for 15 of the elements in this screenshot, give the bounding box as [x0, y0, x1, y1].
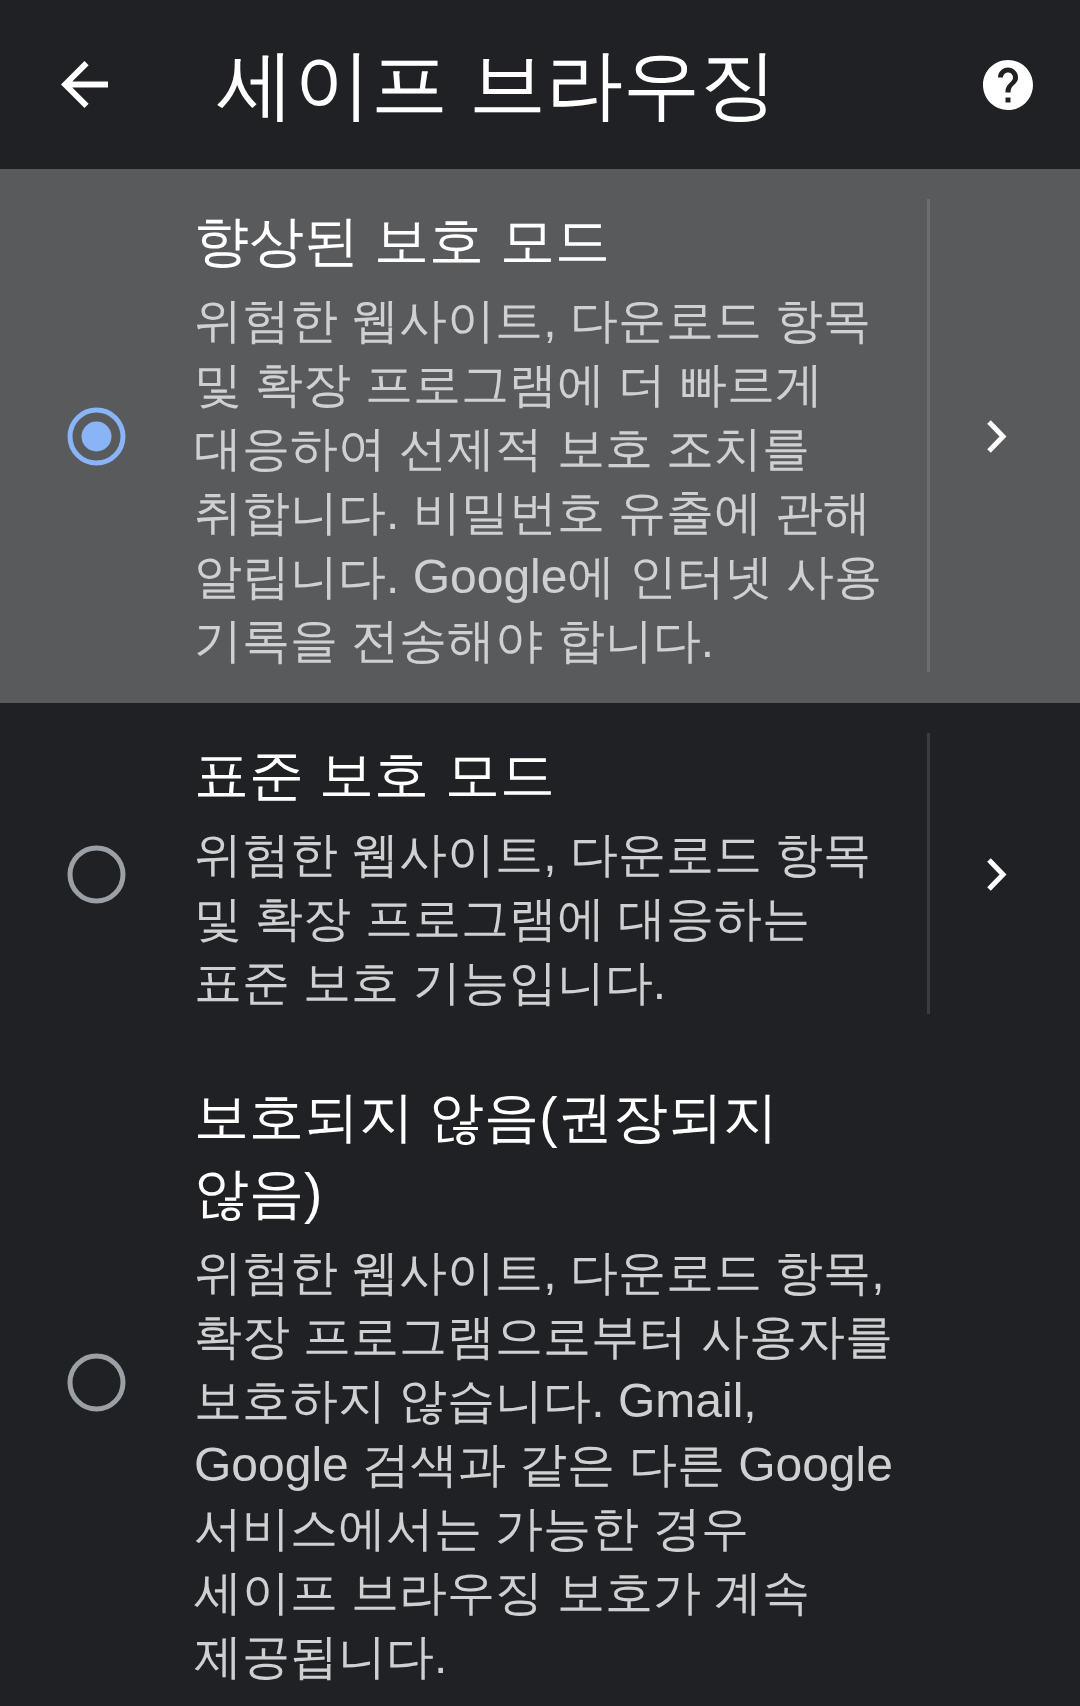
- help-icon[interactable]: [983, 59, 1033, 110]
- page-title: 세이프 브라우징: [217, 42, 778, 127]
- highlighted-option-row[interactable]: 향상된 보호 모드 위험한 웹사이트, 다운로드 항목 및 확장 프로그램에 더 빠르게 대응하여 선제적 보호 조치를 취합니다. 비밀번호 유출에 관해 알립니다. Google에 인터넷 사용 기록을 전송해야 합니다.: [0, 169, 1080, 703]
- chevron-right-icon[interactable]: [985, 418, 1007, 454]
- radio-button[interactable]: [67, 1352, 126, 1412]
- radio-button[interactable]: [67, 406, 126, 466]
- back-arrow-icon[interactable]: [61, 61, 108, 108]
- option-title: 표준 보호 모드: [194, 743, 556, 808]
- chevron-right-icon[interactable]: [985, 856, 1007, 892]
- option-description: 위험한 웹사이트, 다운로드 항목, 확장 프로그램으로부터 사용자를 보호하지 않습니다. Gmail, Google 검색과 같은 다른 Google 서비스에서는 가능한 경우 세이프 브라우징 보호가 계속 제공됩니다.: [194, 1245, 894, 1685]
- option-title: 보호되지 않음(권장되지 않음): [194, 1085, 779, 1226]
- radio-button[interactable]: [67, 844, 126, 904]
- option-description: 위험한 웹사이트, 다운로드 항목 및 확장 프로그램에 더 빠르게 대응하여 선제적 보호 조치를 취합니다. 비밀번호 유출에 관해 알립니다. Google에 인터넷 사용 기록을 전송해야 합니다.: [194, 293, 884, 669]
- option-description: 위험한 웹사이트, 다운로드 항목 및 확장 프로그램에 대응하는 표준 보호 기능입니다.: [194, 827, 873, 1011]
- option-title: 향상된 보호 모드: [194, 209, 611, 274]
